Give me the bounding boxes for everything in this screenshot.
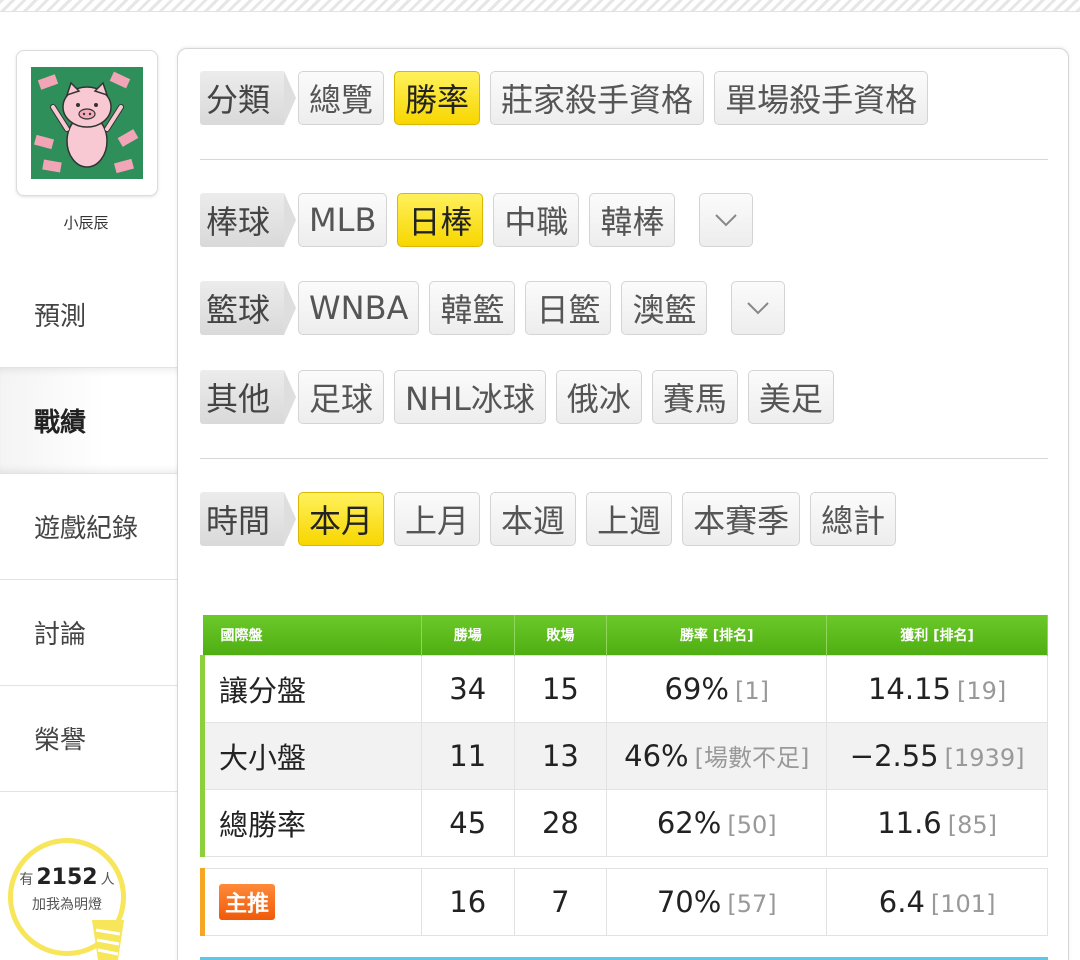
- pig-avatar-icon: [31, 67, 143, 179]
- row-win-rate: 46% [場數不足]: [606, 721, 828, 790]
- row-losses: 28: [513, 788, 608, 857]
- expand-baseball-button[interactable]: [699, 193, 754, 247]
- chip-nhl[interactable]: NHL冰球: [394, 370, 546, 424]
- chip-single-game-killer[interactable]: 單場殺手資格: [714, 71, 929, 125]
- row-name: 總勝率: [200, 788, 422, 857]
- row-name: 大小盤: [200, 721, 422, 790]
- chip-win-rate[interactable]: 勝率: [394, 71, 481, 125]
- chip-overview[interactable]: 總覽: [298, 71, 385, 125]
- table-row: 大小盤 11 13 46% [場數不足] −2.55 [1939]: [200, 721, 1048, 790]
- header-market: 國際盤: [202, 615, 422, 655]
- profit-rank: [85]: [947, 810, 998, 839]
- row-losses: 7: [513, 867, 608, 936]
- row-wins: 45: [420, 788, 515, 857]
- row-wins: 16: [420, 867, 515, 936]
- table-row: 總勝率 45 28 62% [50] 11.6 [85]: [200, 788, 1048, 857]
- filter-label-time: 時間: [200, 492, 297, 546]
- profit-rank: [19]: [957, 676, 1007, 705]
- row-profit: 11.6 [85]: [826, 788, 1048, 857]
- username: 小辰辰: [63, 214, 109, 232]
- chip-last-week[interactable]: 上週: [586, 492, 673, 546]
- chip-this-month[interactable]: 本月: [298, 492, 385, 546]
- chip-nbl[interactable]: 澳籃: [621, 281, 708, 335]
- chip-last-month[interactable]: 上月: [394, 492, 481, 546]
- rate-rank: [場數不足]: [694, 744, 810, 772]
- chevron-down-icon: [715, 214, 738, 227]
- header-win-rate: 勝率 [排名]: [606, 615, 828, 655]
- chip-this-season[interactable]: 本賽季: [682, 492, 801, 546]
- row-win-rate: 62% [50]: [606, 788, 828, 857]
- filter-label-baseball: 棒球: [200, 193, 297, 247]
- sidebar: 小辰辰 預測 戰績 遊戲紀錄 討論 榮譽 有 2152 人 加我為明燈: [0, 12, 180, 960]
- nav-item-honor[interactable]: 榮譽: [0, 686, 178, 792]
- filter-row-baseball: 棒球 MLB 日棒 中職 韓棒: [200, 193, 754, 247]
- chip-cpbl[interactable]: 中職: [493, 193, 580, 247]
- chip-horse-racing[interactable]: 賽馬: [651, 370, 738, 424]
- nav-item-predict[interactable]: 預測: [0, 262, 178, 368]
- sidebar-nav: 預測 戰績 遊戲紀錄 討論 榮譽: [0, 262, 178, 792]
- filter-label-other: 其他: [200, 370, 297, 424]
- fans-caption: 加我為明燈: [32, 897, 102, 913]
- chip-nfl[interactable]: 美足: [747, 370, 834, 424]
- avatar-frame[interactable]: [16, 50, 158, 196]
- row-profit: −2.55 [1939]: [826, 721, 1048, 790]
- nav-item-game-history[interactable]: 遊戲紀錄: [0, 474, 178, 580]
- stats-table: 國際盤 勝場 敗場 勝率 [排名] 獲利 [排名] 讓分盤 34 15 69%[…: [200, 615, 1048, 936]
- divider: [200, 458, 1048, 459]
- lightbulb-icon: [88, 920, 128, 960]
- chip-kbl[interactable]: 韓籃: [429, 281, 516, 335]
- featured-badge[interactable]: 主推: [219, 883, 276, 920]
- fans-count: 2152: [36, 865, 98, 890]
- nav-item-record[interactable]: 戰績: [0, 368, 178, 474]
- filter-row-basketball: 籃球 WNBA 韓籃 日籃 澳籃: [200, 281, 786, 335]
- chip-total[interactable]: 總計: [810, 492, 897, 546]
- header-wins: 勝場: [421, 615, 515, 655]
- header-profit: 獲利 [排名]: [826, 615, 1048, 655]
- chip-this-week[interactable]: 本週: [490, 492, 577, 546]
- row-profit: 6.4 [101]: [826, 867, 1048, 936]
- row-name: 讓分盤: [200, 654, 422, 723]
- chip-jbl[interactable]: 日籃: [525, 281, 612, 335]
- row-profit: 14.15 [19]: [826, 654, 1048, 723]
- chip-wnba[interactable]: WNBA: [298, 281, 420, 335]
- fans-prefix: 有: [19, 872, 34, 888]
- chip-soccer[interactable]: 足球: [298, 370, 385, 424]
- row-losses: 13: [513, 721, 608, 790]
- divider: [200, 159, 1048, 160]
- filter-row-category: 分類 總覽 勝率 莊家殺手資格 單場殺手資格: [200, 71, 938, 125]
- row-losses: 15: [513, 654, 608, 723]
- row-win-rate: 70% [57]: [606, 867, 828, 936]
- chip-khl[interactable]: 俄冰: [555, 370, 642, 424]
- stats-panel: 分類 總覽 勝率 莊家殺手資格 單場殺手資格 棒球 MLB 日棒 中職 韓棒 籃…: [177, 48, 1069, 960]
- rate-rank: [57]: [727, 889, 777, 918]
- chip-mlb[interactable]: MLB: [298, 193, 388, 247]
- featured-row: 主推 16 7 70% [57] 6.4 [101]: [200, 867, 1048, 936]
- row-wins: 34: [420, 654, 515, 723]
- filter-row-other: 其他 足球 NHL冰球 俄冰 賽馬 美足: [200, 370, 844, 424]
- chip-kbo[interactable]: 韓棒: [589, 193, 676, 247]
- header-losses: 敗場: [514, 615, 608, 655]
- profit-rank: [101]: [930, 889, 996, 918]
- row-wins: 11: [420, 721, 515, 790]
- row-win-rate: 69% [1]: [606, 654, 828, 723]
- profit-rank: [1939]: [944, 743, 1025, 772]
- fans-suffix: 人: [100, 872, 115, 888]
- filter-label-category: 分類: [200, 71, 297, 125]
- chevron-down-icon: [747, 302, 770, 315]
- table-spacer: [202, 856, 1048, 868]
- top-border-decoration: [0, 0, 1080, 12]
- chip-banker-killer[interactable]: 莊家殺手資格: [490, 71, 705, 125]
- rate-rank: [50]: [727, 810, 777, 839]
- rate-rank: [1]: [734, 676, 769, 705]
- filter-label-basketball: 籃球: [200, 281, 297, 335]
- chip-npb[interactable]: 日棒: [397, 193, 484, 247]
- nav-item-discussion[interactable]: 討論: [0, 580, 178, 686]
- table-row: 讓分盤 34 15 69% [1] 14.15 [19]: [200, 654, 1048, 723]
- filter-row-time: 時間 本月 上月 本週 上週 本賽季 總計: [200, 492, 906, 546]
- table-header-row: 國際盤 勝場 敗場 勝率 [排名] 獲利 [排名]: [202, 615, 1048, 655]
- expand-basketball-button[interactable]: [731, 281, 786, 335]
- row-name: 主推: [200, 867, 422, 936]
